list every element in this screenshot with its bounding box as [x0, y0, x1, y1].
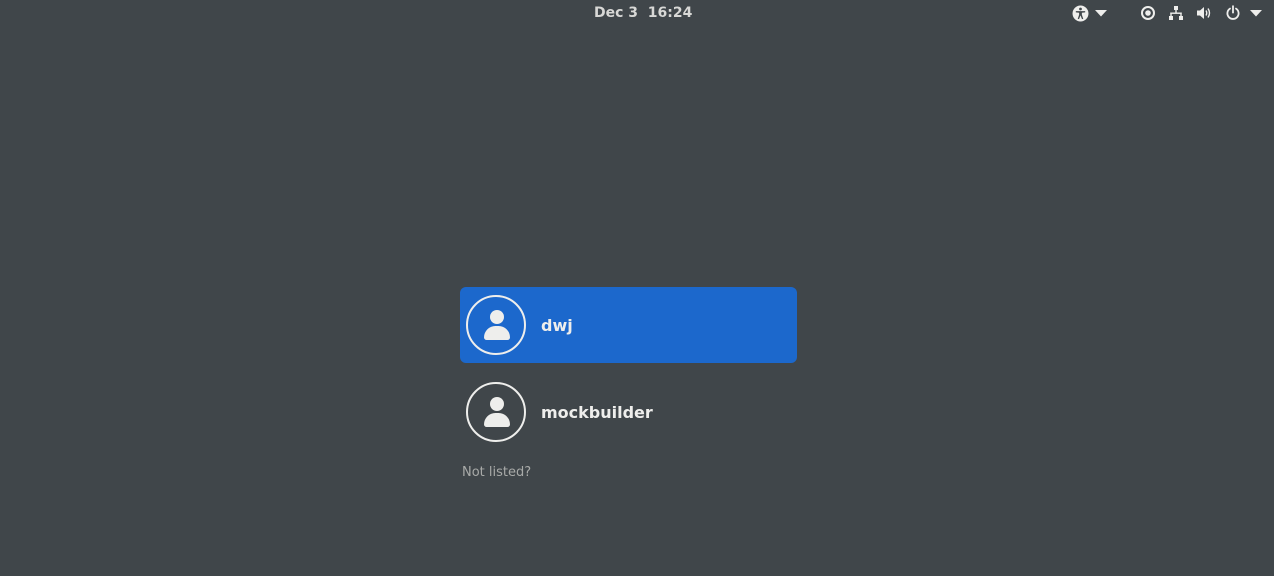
- chevron-down-icon: [1095, 9, 1107, 17]
- system-status-icon: [1140, 5, 1156, 21]
- power-icon: [1225, 5, 1241, 21]
- date-time-clock[interactable]: Dec 3 16:24: [594, 5, 692, 21]
- accessibility-menu[interactable]: [1072, 4, 1107, 22]
- user-avatar-icon: [490, 310, 504, 324]
- user-item-mockbuilder[interactable]: mockbuilder: [460, 374, 797, 450]
- user-name: mockbuilder: [541, 402, 653, 422]
- accessibility-icon: [1072, 5, 1089, 22]
- user-item-dwj[interactable]: dwj: [460, 287, 797, 363]
- volume-icon: [1196, 5, 1212, 21]
- system-status-menu[interactable]: [1140, 4, 1262, 22]
- user-name: dwj: [541, 315, 573, 335]
- user-avatar-icon: [490, 397, 504, 411]
- top-bar: Dec 3 16:24: [0, 0, 1274, 27]
- not-listed-link[interactable]: Not listed?: [462, 465, 531, 480]
- avatar: [466, 295, 526, 355]
- user-list: dwj mockbuilder: [460, 287, 797, 450]
- network-icon: [1168, 5, 1184, 21]
- chevron-down-icon: [1250, 9, 1262, 17]
- avatar: [466, 382, 526, 442]
